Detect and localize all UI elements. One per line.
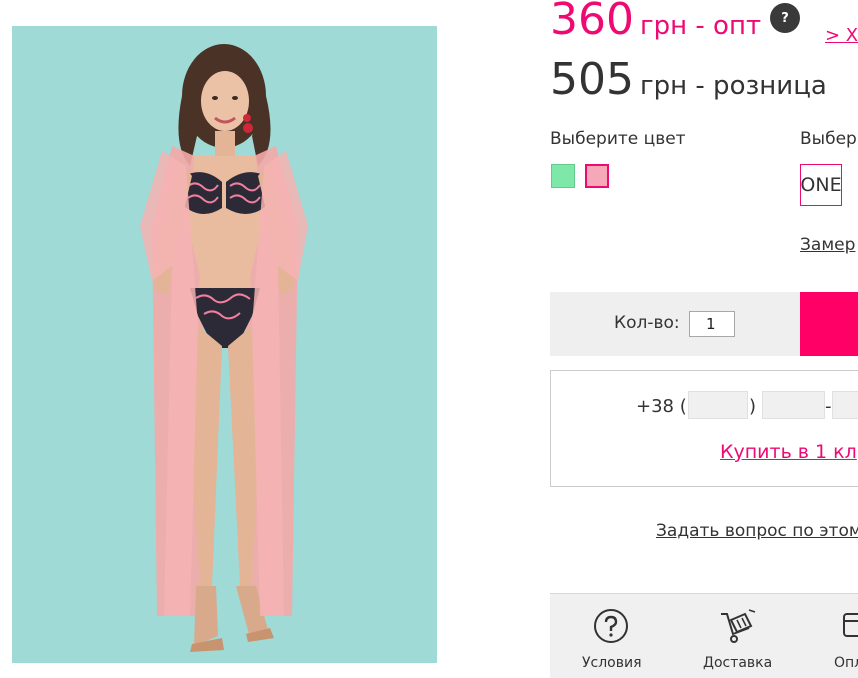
phone-dash: - [825,396,832,417]
measurements-link[interactable]: Замер [800,235,855,255]
one-click-purchase-box [550,370,858,487]
retail-price-value: 505 [550,54,634,105]
tab-payment[interactable]: Опл [834,655,858,671]
retail-price: 505 грн - розница [550,54,827,105]
color-swatch-green[interactable] [551,164,575,188]
wallet-icon[interactable] [842,608,858,648]
color-select-label: Выберите цвет [550,129,686,149]
delivery-cart-icon[interactable] [717,608,757,648]
tab-conditions[interactable]: Условия [582,655,642,671]
price-help-icon[interactable]: ? [770,3,800,33]
wholesale-price-value: 360 [550,0,634,45]
buy-one-click-link[interactable]: Купить в 1 кл [720,441,857,463]
phone-area-code-field[interactable] [688,391,748,419]
wholesale-price: 360 грн - опт [550,0,761,45]
quantity-label: Кол-во: [614,313,680,333]
wholesale-price-label: грн - опт [639,11,762,41]
size-select-label: Выбер [800,129,857,149]
size-option-one[interactable]: ONE [800,164,842,206]
quantity-input[interactable] [689,311,735,337]
question-circle-icon[interactable] [593,608,629,648]
product-photo[interactable] [12,26,437,663]
phone-number-field-2[interactable] [832,391,858,419]
tab-delivery[interactable]: Доставка [703,655,772,671]
close-link[interactable]: > Х [825,25,858,46]
color-swatch-pink[interactable] [585,164,609,188]
ask-question-link[interactable]: Задать вопрос по этом [656,521,858,541]
retail-price-label: грн - розница [639,71,827,101]
phone-prefix: +38 ( [636,396,687,417]
model-illustration [12,26,437,663]
phone-paren: ) [749,396,757,417]
add-to-cart-button[interactable] [800,292,858,356]
phone-number-field-1[interactable] [762,391,825,419]
